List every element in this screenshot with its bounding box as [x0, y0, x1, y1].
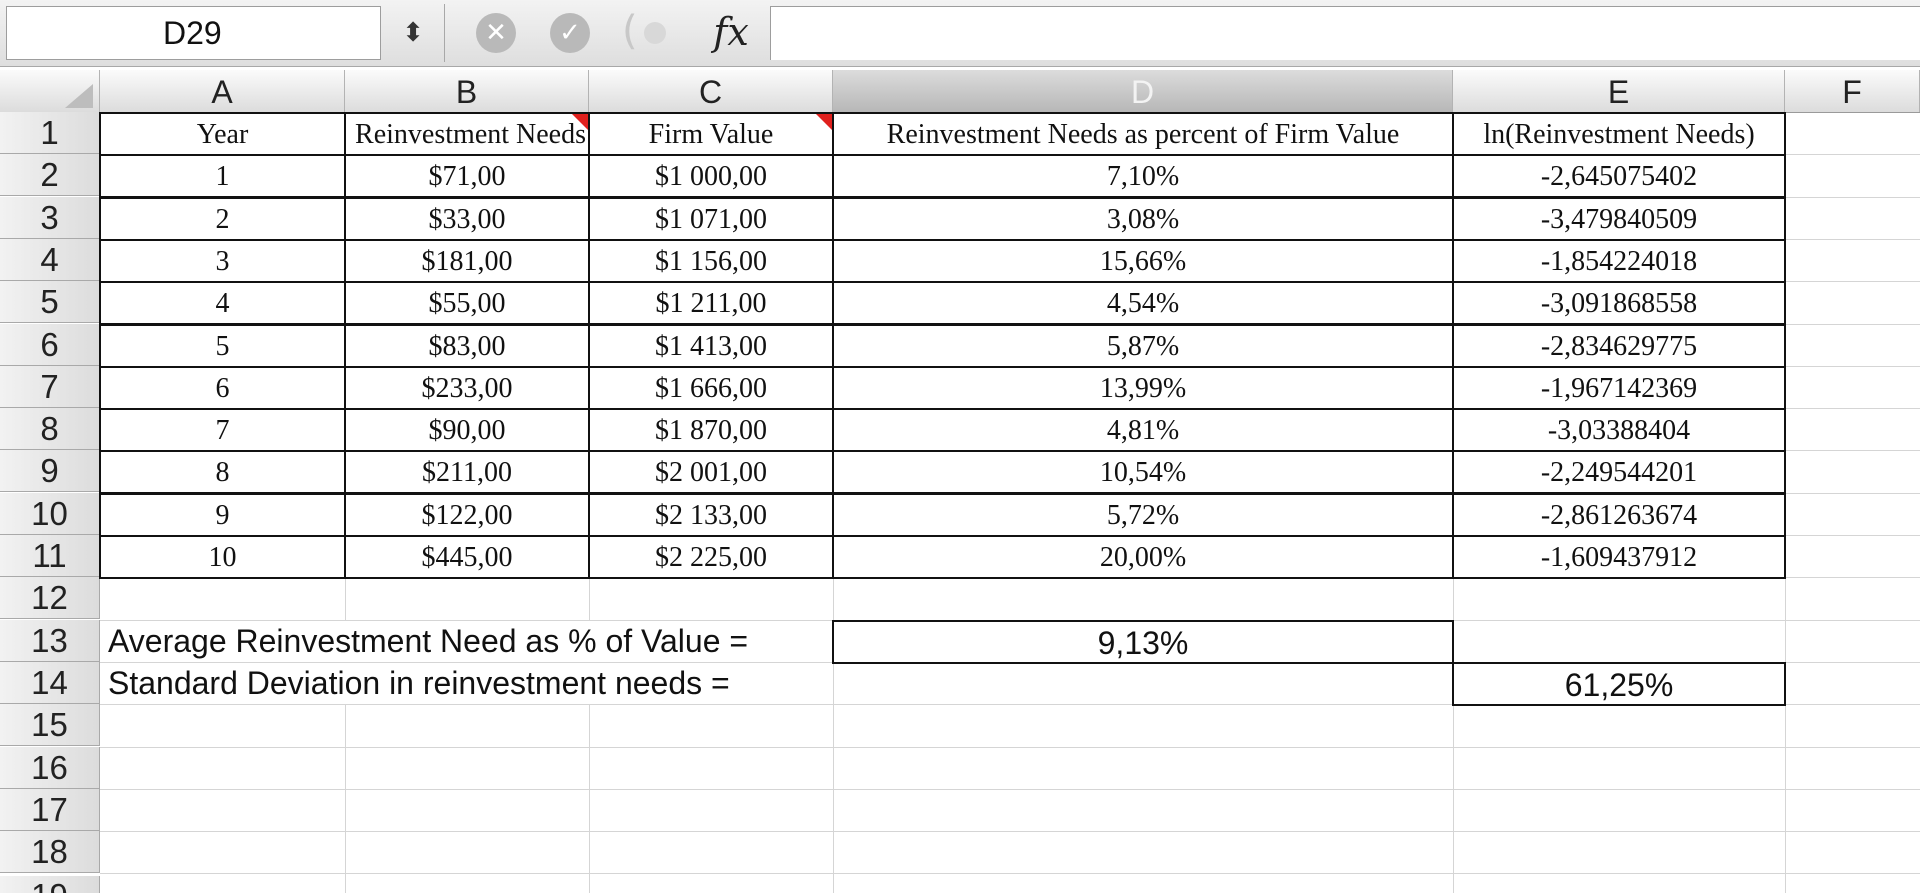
header-reinvestment-needs[interactable]: Reinvestment Needs [344, 112, 590, 156]
cell-year[interactable]: 10 [99, 535, 346, 579]
cell-firm-value[interactable]: $1 666,00 [588, 366, 834, 410]
cell-reinvestment-percent[interactable]: 5,72% [832, 493, 1454, 537]
cell-reinvestment-needs[interactable]: $55,00 [344, 281, 590, 325]
row-header-15[interactable]: 15 [0, 704, 100, 746]
cell-ln-reinvestment[interactable]: -2,645075402 [1452, 154, 1786, 198]
cell-ln-reinvestment[interactable]: -2,249544201 [1452, 450, 1786, 494]
row-header-11[interactable]: 11 [0, 535, 100, 577]
cell-year[interactable]: 1 [99, 154, 346, 198]
row-header-19[interactable]: 19 [0, 876, 100, 893]
cell-firm-value[interactable]: $1 413,00 [588, 324, 834, 368]
row-header-8[interactable]: 8 [0, 408, 100, 450]
comment-indicator-icon [572, 114, 588, 130]
cell-firm-value[interactable]: $1 071,00 [588, 197, 834, 241]
comment-indicator-icon [816, 114, 832, 130]
row-header-9[interactable]: 9 [0, 450, 100, 492]
cell-reinvestment-percent[interactable]: 7,10% [832, 154, 1454, 198]
cell-reinvestment-percent[interactable]: 3,08% [832, 197, 1454, 241]
cell-ln-reinvestment[interactable]: -2,834629775 [1452, 324, 1786, 368]
row-header-12[interactable]: 12 [0, 577, 100, 619]
cell-year[interactable]: 9 [99, 493, 346, 537]
row-header-17[interactable]: 17 [0, 789, 100, 831]
gridline-horizontal [100, 747, 1920, 748]
cell-reinvestment-needs[interactable]: $445,00 [344, 535, 590, 579]
cell-reinvestment-needs[interactable]: $211,00 [344, 450, 590, 494]
stdev-label[interactable]: Standard Deviation in reinvestment needs… [100, 662, 830, 704]
cell-ln-reinvestment[interactable]: -2,861263674 [1452, 493, 1786, 537]
header-reinvestment-percent[interactable]: Reinvestment Needs as percent of Firm Va… [832, 112, 1454, 156]
spreadsheet-grid[interactable]: 12345678910111213141516171819YearReinves… [0, 0, 1920, 893]
cell-reinvestment-percent[interactable]: 10,54% [832, 450, 1454, 494]
row-header-1[interactable]: 1 [0, 112, 100, 154]
gridline-horizontal [100, 873, 1920, 874]
cell-ln-reinvestment[interactable]: -3,091868558 [1452, 281, 1786, 325]
cell-ln-reinvestment[interactable]: -3,03388404 [1452, 408, 1786, 452]
cell-ln-reinvestment[interactable]: -1,854224018 [1452, 239, 1786, 283]
cell-year[interactable]: 8 [99, 450, 346, 494]
cell-reinvestment-percent[interactable]: 4,54% [832, 281, 1454, 325]
cell-firm-value[interactable]: $1 156,00 [588, 239, 834, 283]
cell-reinvestment-percent[interactable]: 4,81% [832, 408, 1454, 452]
cell-year[interactable]: 2 [99, 197, 346, 241]
cell-reinvestment-needs[interactable]: $233,00 [344, 366, 590, 410]
cell-year[interactable]: 7 [99, 408, 346, 452]
cell-reinvestment-needs[interactable]: $90,00 [344, 408, 590, 452]
cell-reinvestment-needs[interactable]: $181,00 [344, 239, 590, 283]
row-header-4[interactable]: 4 [0, 239, 100, 281]
cell-reinvestment-percent[interactable]: 13,99% [832, 366, 1454, 410]
cell-year[interactable]: 6 [99, 366, 346, 410]
cell-reinvestment-needs[interactable]: $122,00 [344, 493, 590, 537]
header-year[interactable]: Year [99, 112, 346, 156]
cell-reinvestment-percent[interactable]: 15,66% [832, 239, 1454, 283]
cell-firm-value[interactable]: $2 001,00 [588, 450, 834, 494]
row-header-14[interactable]: 14 [0, 662, 100, 704]
row-header-10[interactable]: 10 [0, 493, 100, 535]
cell-year[interactable]: 3 [99, 239, 346, 283]
row-header-5[interactable]: 5 [0, 281, 100, 323]
row-header-18[interactable]: 18 [0, 831, 100, 873]
cell-reinvestment-needs[interactable]: $83,00 [344, 324, 590, 368]
stdev-value-cell[interactable]: 61,25% [1452, 662, 1786, 706]
cell-ln-reinvestment[interactable]: -3,479840509 [1452, 197, 1786, 241]
cell-ln-reinvestment[interactable]: -1,609437912 [1452, 535, 1786, 579]
cell-firm-value[interactable]: $1 211,00 [588, 281, 834, 325]
cell-ln-reinvestment[interactable]: -1,967142369 [1452, 366, 1786, 410]
cell-year[interactable]: 4 [99, 281, 346, 325]
row-header-6[interactable]: 6 [0, 324, 100, 366]
cell-firm-value[interactable]: $1 000,00 [588, 154, 834, 198]
gridline-horizontal [100, 789, 1920, 790]
row-header-3[interactable]: 3 [0, 197, 100, 239]
cell-reinvestment-percent[interactable]: 20,00% [832, 535, 1454, 579]
average-label[interactable]: Average Reinvestment Need as % of Value … [100, 620, 830, 662]
cell-firm-value[interactable]: $2 225,00 [588, 535, 834, 579]
row-header-7[interactable]: 7 [0, 366, 100, 408]
cell-firm-value[interactable]: $2 133,00 [588, 493, 834, 537]
cell-firm-value[interactable]: $1 870,00 [588, 408, 834, 452]
row-header-16[interactable]: 16 [0, 747, 100, 789]
cell-reinvestment-needs[interactable]: $71,00 [344, 154, 590, 198]
header-ln-reinvestment[interactable]: ln(Reinvestment Needs) [1452, 112, 1786, 156]
cell-reinvestment-needs[interactable]: $33,00 [344, 197, 590, 241]
gridline-horizontal [100, 831, 1920, 832]
average-value-cell[interactable]: 9,13% [832, 620, 1454, 664]
row-header-2[interactable]: 2 [0, 154, 100, 196]
header-firm-value[interactable]: Firm Value [588, 112, 834, 156]
row-header-13[interactable]: 13 [0, 620, 100, 662]
cell-year[interactable]: 5 [99, 324, 346, 368]
cell-reinvestment-percent[interactable]: 5,87% [832, 324, 1454, 368]
